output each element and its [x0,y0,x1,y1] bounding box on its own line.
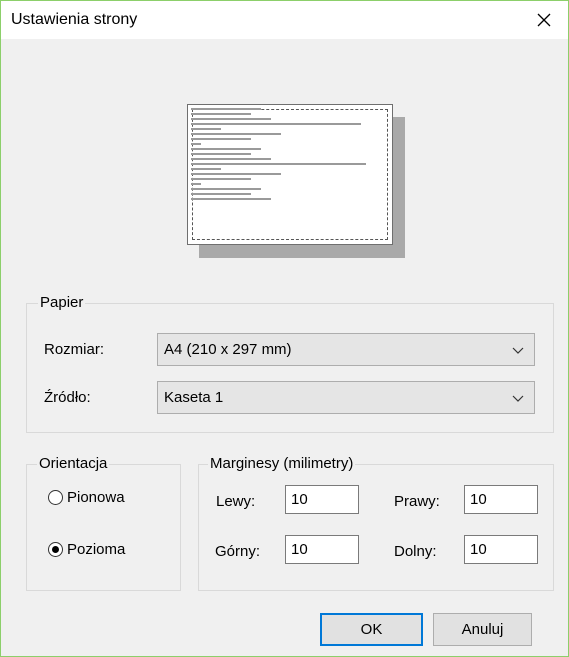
preview-text-lines [191,108,389,203]
source-label: Źródło: [44,389,91,406]
orientation-group [26,464,181,591]
ok-button[interactable]: OK [320,613,423,646]
paper-group-legend: Papier [38,294,86,311]
left-margin-field[interactable] [285,485,359,514]
close-icon [537,13,551,27]
page-setup-dialog: Ustawienia strony Papier Rozmiar: A4 (21… [0,0,569,657]
bottom-margin-label: Dolny: [394,543,437,560]
bottom-margin-field[interactable] [464,535,538,564]
landscape-radio[interactable]: Pozioma [48,541,125,558]
portrait-radio-label: Pionowa [67,489,125,506]
page-preview [187,104,393,245]
top-margin-field[interactable] [285,535,359,564]
radio-selected-dot [52,546,59,553]
cancel-button[interactable]: Anuluj [433,613,532,646]
portrait-radio-circle [48,490,63,505]
portrait-radio[interactable]: Pionowa [48,489,125,506]
close-button[interactable] [526,5,562,35]
top-margin-label: Górny: [215,543,261,560]
left-margin-label: Lewy: [216,493,256,510]
orientation-group-legend: Orientacja [37,455,110,472]
size-label: Rozmiar: [44,341,105,358]
landscape-radio-circle [48,542,63,557]
source-dropdown[interactable]: Kaseta 1 [157,381,535,414]
chevron-down-icon [512,347,524,354]
size-dropdown[interactable]: A4 (210 x 297 mm) [157,333,535,366]
margins-group [198,464,554,591]
source-dropdown-value: Kaseta 1 [164,389,224,406]
landscape-radio-label: Pozioma [67,541,126,558]
size-dropdown-value: A4 (210 x 297 mm) [164,341,292,358]
right-margin-field[interactable] [464,485,538,514]
dialog-title: Ustawienia strony [11,11,138,28]
margins-group-legend: Marginesy (milimetry) [208,455,356,472]
chevron-down-icon [512,395,524,402]
right-margin-label: Prawy: [394,493,440,510]
title-bar: Ustawienia strony [1,1,568,39]
